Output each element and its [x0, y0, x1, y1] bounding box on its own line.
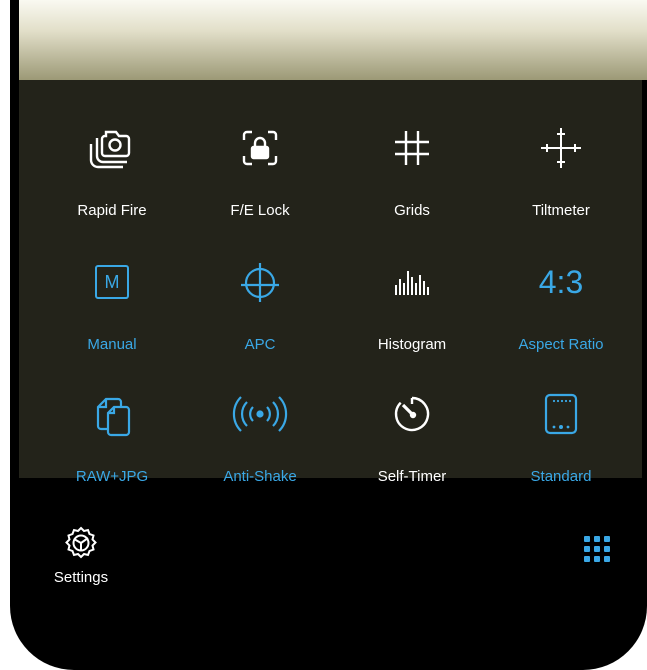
- tile-label: Anti-Shake: [223, 468, 297, 485]
- tile-label: APC: [244, 336, 276, 353]
- gear-icon: [41, 523, 121, 563]
- manual-icon-letter: M: [95, 265, 129, 299]
- viewfinder-preview: [19, 0, 647, 80]
- apc-icon: [185, 252, 335, 312]
- settings-button[interactable]: Settings: [41, 523, 121, 586]
- manual-icon: M: [37, 252, 187, 312]
- fe-lock-tile[interactable]: F/E Lock: [185, 118, 335, 238]
- grid-icon: [337, 118, 487, 178]
- anti-shake-icon: [185, 384, 335, 444]
- tiltmeter-icon: [486, 118, 636, 178]
- histogram-tile[interactable]: Histogram: [337, 252, 487, 372]
- standard-icon: [486, 384, 636, 444]
- manual-tile[interactable]: M Manual: [37, 252, 187, 372]
- histogram-icon: [337, 252, 487, 312]
- quick-settings-panel: Rapid Fire F/E Lock Grids Tiltmeter M Ma…: [19, 80, 642, 485]
- raw-jpg-tile[interactable]: RAW+JPG: [37, 384, 187, 504]
- tile-label: Self-Timer: [377, 468, 447, 485]
- grids-tile[interactable]: Grids: [337, 118, 487, 238]
- phone-frame: Rapid Fire F/E Lock Grids Tiltmeter M Ma…: [10, 0, 647, 670]
- tile-label: Tiltmeter: [532, 202, 590, 219]
- self-timer-tile[interactable]: Self-Timer: [337, 384, 487, 504]
- anti-shake-tile[interactable]: Anti-Shake: [185, 384, 335, 504]
- settings-label: Settings: [53, 569, 109, 586]
- tile-label: Standard: [530, 468, 592, 485]
- apc-tile[interactable]: APC: [185, 252, 335, 372]
- tile-label: F/E Lock: [230, 202, 290, 219]
- timer-icon: [337, 384, 487, 444]
- quick-menu-button[interactable]: [582, 532, 616, 566]
- tile-label: Grids: [394, 202, 430, 219]
- aspect-ratio-tile[interactable]: 4:3 Aspect Ratio: [486, 252, 636, 372]
- raw-jpg-icon: [37, 384, 187, 444]
- rapid-fire-tile[interactable]: Rapid Fire: [37, 118, 187, 238]
- tiltmeter-tile[interactable]: Tiltmeter: [486, 118, 636, 238]
- tile-label: Histogram: [377, 336, 447, 353]
- lock-icon: [185, 118, 335, 178]
- tile-label: RAW+JPG: [75, 468, 149, 485]
- tile-label: Manual: [87, 336, 137, 353]
- tile-label: Rapid Fire: [77, 202, 147, 219]
- standard-tile[interactable]: Standard: [486, 384, 636, 504]
- rapid-fire-icon: [37, 118, 187, 178]
- aspect-ratio-value: 4:3: [538, 263, 584, 300]
- dots-grid-icon: [584, 536, 610, 562]
- tile-label: Aspect Ratio: [518, 336, 604, 353]
- aspect-ratio-icon: 4:3: [486, 252, 636, 312]
